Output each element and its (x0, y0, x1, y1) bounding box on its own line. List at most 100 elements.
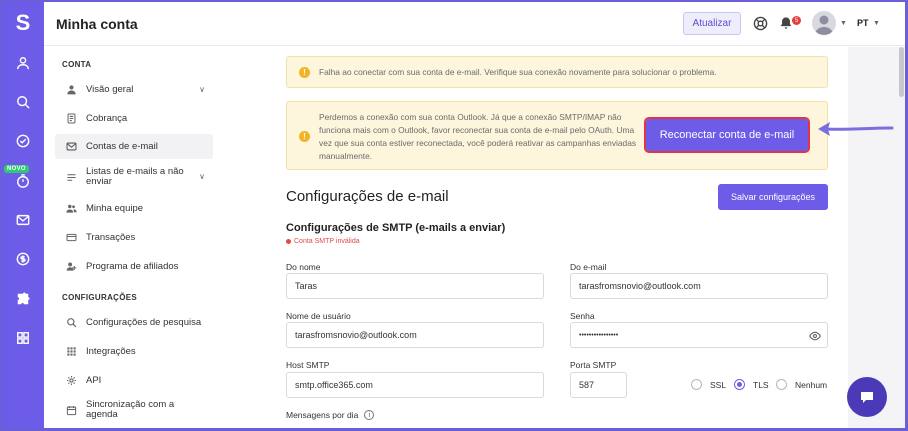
password-value: •••••••••••••••• (579, 331, 619, 339)
right-gutter (848, 47, 905, 428)
help-icon[interactable] (752, 15, 768, 31)
main-content: ! Falha ao conectar com sua conta de e-m… (266, 47, 848, 428)
rail-search-icon[interactable] (2, 89, 44, 115)
sidebar-item-label: Minha equipe (86, 202, 144, 214)
username-input[interactable]: tarasfromsnovio@outlook.com (286, 322, 544, 348)
list-icon (64, 170, 78, 184)
sidebar-item-search-settings[interactable]: Configurações de pesquisa (55, 312, 213, 332)
notification-badge: 5 (792, 16, 801, 25)
save-settings-button[interactable]: Salvar configurações (718, 184, 828, 210)
radio-circle[interactable] (691, 379, 702, 390)
radio-circle[interactable] (776, 379, 787, 390)
grid-icon (64, 344, 78, 358)
username-label: Nome de usuário (286, 311, 351, 321)
from-name-label: Do nome (286, 262, 321, 272)
app-logo[interactable]: S (2, 10, 44, 36)
update-button[interactable]: Atualizar (683, 12, 741, 35)
avatar-chevron-down-icon[interactable]: ▼ (840, 20, 847, 27)
sidebar-item-label: Integrações (86, 345, 136, 357)
sidebar-item-label: Programa de afiliados (86, 260, 179, 272)
sidebar-item-label: Visão geral (86, 83, 134, 95)
warning-icon: ! (299, 131, 310, 142)
top-bar: Minha conta Atualizar 5 ▼ PT ▼ (44, 2, 905, 46)
rail-apps-icon[interactable] (2, 325, 44, 351)
chat-widget-button[interactable] (847, 377, 887, 417)
section-account-heading: CONTA (62, 60, 92, 69)
info-icon[interactable]: i (364, 410, 375, 420)
rail-check-icon[interactable] (2, 128, 44, 154)
sidebar-item-transactions[interactable]: Transações (55, 227, 213, 247)
card-icon (64, 230, 78, 244)
smtp-settings-title: Configurações de SMTP (e-mails a enviar) (286, 222, 506, 234)
chevron-down-icon[interactable]: ∨ (199, 85, 205, 94)
sidebar-item-label: Sincronização com a agenda (86, 399, 175, 420)
reconnect-email-button[interactable]: Reconectar conta de e-mail (644, 117, 810, 153)
language-selector[interactable]: PT (857, 18, 869, 28)
sidebar-item-do-not-email[interactable]: Listas de e-mails a não enviar ∨ (55, 165, 213, 189)
team-icon (64, 201, 78, 215)
alert-text: Falha ao conectar com sua conta de e-mai… (319, 67, 717, 77)
sidebar-item-label: Cobrança (86, 112, 128, 124)
sidebar-item-label: Configurações de pesquisa (86, 316, 202, 328)
sidebar-item-affiliates[interactable]: Programa de afiliados (55, 256, 213, 276)
from-email-label: Do e-mail (570, 262, 607, 272)
search-icon (64, 315, 78, 329)
smtp-port-input[interactable]: 587 (570, 372, 627, 398)
radio-circle-selected[interactable] (734, 379, 745, 390)
sidebar-item-label: API (86, 374, 102, 386)
icon-rail: S NOVO (2, 2, 44, 428)
email-settings-title: Configurações de e-mail (286, 188, 449, 205)
page-title: Minha conta (56, 16, 138, 32)
radio-label: Nenhum (795, 379, 828, 390)
sidebar-item-calendar-sync[interactable]: Sincronização com a agenda (55, 398, 213, 422)
warning-icon: ! (299, 67, 310, 78)
chat-icon (861, 392, 873, 403)
smtp-status: Conta SMTP inválida (286, 238, 360, 245)
rail-puzzle-icon[interactable] (2, 286, 44, 312)
radio-ssl[interactable]: SSL (691, 379, 726, 390)
eye-icon[interactable] (809, 330, 821, 342)
radio-label: SSL (710, 379, 727, 390)
sidebar-item-label: Listas de e-mails a não enviar (86, 166, 184, 187)
document-icon (64, 111, 78, 125)
alert-text: Perdemos a conexão com sua conta Outlook… (319, 112, 637, 161)
user-icon (64, 82, 78, 96)
pointer-arrow-icon (818, 122, 894, 136)
smtp-host-label: Host SMTP (286, 360, 330, 370)
connection-failed-alert: ! Falha ao conectar com sua conta de e-m… (286, 56, 828, 88)
affiliate-icon (64, 259, 78, 273)
sidebar-item-email-accounts[interactable]: Contas de e-mail (55, 134, 213, 159)
password-label: Senha (570, 311, 595, 321)
chevron-down-icon[interactable]: ∨ (199, 172, 205, 182)
smtp-host-input[interactable]: smtp.office365.com (286, 372, 544, 398)
app-window: S NOVO Minha conta Atualizar 5 ▼ PT ▼ CO… (2, 2, 905, 428)
radio-tls[interactable]: TLS (734, 379, 769, 390)
smtp-status-text: Conta SMTP inválida (294, 238, 360, 245)
calendar-icon (64, 403, 78, 417)
from-email-input[interactable]: tarasfromsnovio@outlook.com (570, 273, 828, 299)
messages-per-day-text: Mensagens por dia (286, 410, 359, 420)
from-name-input[interactable]: Taras (286, 273, 544, 299)
avatar[interactable] (812, 11, 836, 35)
status-dot (286, 239, 291, 244)
sidebar-item-label: Transações (86, 231, 136, 243)
scrollbar[interactable] (899, 47, 904, 97)
password-input[interactable]: •••••••••••••••• (570, 322, 828, 348)
sidebar-item-overview[interactable]: Visão geral ∨ (55, 79, 213, 99)
sidebar-item-billing[interactable]: Cobrança (55, 108, 213, 128)
radio-none[interactable]: Nenhum (776, 379, 827, 390)
smtp-port-label: Porta SMTP (570, 360, 617, 370)
sidebar-item-integrations[interactable]: Integrações (55, 341, 213, 361)
rail-timer-icon[interactable] (2, 168, 44, 194)
gear-icon (64, 373, 78, 387)
mail-icon (64, 140, 78, 154)
section-settings-heading: CONFIGURAÇÕES (62, 293, 138, 302)
sidebar-item-label: Contas de e-mail (86, 141, 158, 152)
rail-dollar-icon[interactable] (2, 246, 44, 272)
sidebar-item-my-team[interactable]: Minha equipe (55, 198, 213, 218)
radio-label: TLS (753, 379, 769, 390)
rail-user-icon[interactable] (2, 50, 44, 76)
language-chevron-down-icon[interactable]: ▼ (873, 20, 880, 27)
rail-mail-icon[interactable] (2, 207, 44, 233)
sidebar-item-api[interactable]: API (55, 370, 213, 390)
